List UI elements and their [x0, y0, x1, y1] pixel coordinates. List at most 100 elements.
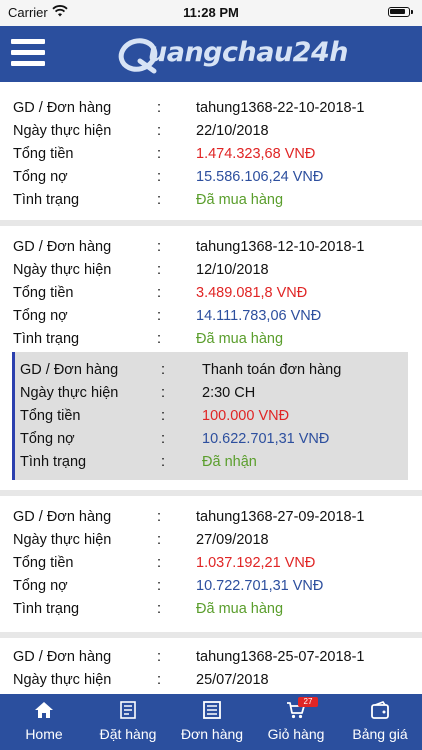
order-card[interactable]: GD / Đơn hàng : tahung1368-25-07-2018-1 …	[0, 638, 422, 694]
field-separator: :	[157, 509, 162, 525]
order-code: tahung1368-25-07-2018-1	[196, 649, 365, 665]
tab-price-list[interactable]: Bảng giá	[338, 694, 422, 750]
order-status-row: Tình trạng : Đã mua hàng	[0, 192, 422, 214]
tab-label: Home	[25, 726, 63, 742]
field-separator: :	[161, 362, 166, 378]
order-date-row: Ngày thực hiện : 22/10/2018	[0, 123, 422, 145]
order-date: 12/10/2018	[196, 262, 269, 278]
order-code-row: GD / Đơn hàng : tahung1368-22-10-2018-1	[0, 100, 422, 122]
field-separator: :	[157, 555, 162, 571]
hamburger-bar	[11, 50, 45, 55]
order-status: Đã mua hàng	[196, 192, 284, 208]
menu-button[interactable]	[11, 39, 45, 69]
field-label: Tình trạng	[13, 192, 80, 208]
field-label: GD / Đơn hàng	[13, 239, 112, 255]
field-label: GD / Đơn hàng	[20, 362, 119, 378]
payment-type-row: GD / Đơn hàng : Thanh toán đơn hàng	[15, 362, 422, 384]
payment-status: Đã nhận	[202, 454, 257, 470]
order-total-row: Tổng tiền : 1.037.192,21 VNĐ	[0, 555, 422, 577]
field-separator: :	[157, 169, 162, 185]
payment-status-row: Tình trạng : Đã nhận	[15, 454, 422, 476]
field-separator: :	[157, 100, 162, 116]
payment-debt-row: Tổng nợ : 10.622.701,31 VNĐ	[15, 431, 422, 453]
order-date-row: Ngày thực hiện : 12/10/2018	[0, 262, 422, 284]
order-date: 22/10/2018	[196, 123, 269, 139]
hamburger-bar	[11, 61, 45, 66]
tab-place-order[interactable]: Đặt hàng	[86, 694, 170, 750]
field-separator: :	[157, 146, 162, 162]
payment-debt: 10.622.701,31 VNĐ	[202, 431, 330, 447]
cart-count-badge: 27	[298, 697, 318, 707]
field-label: Tổng nợ	[13, 169, 68, 185]
order-debt-row: Tổng nợ : 14.111.783,06 VNĐ	[0, 308, 422, 330]
order-status: Đã mua hàng	[196, 601, 284, 617]
field-separator: :	[157, 192, 162, 208]
field-label: Tổng tiền	[13, 146, 74, 162]
payment-time: 2:30 CH	[202, 385, 256, 401]
field-label: GD / Đơn hàng	[13, 100, 112, 116]
tab-label: Đơn hàng	[180, 726, 244, 742]
order-debt: 14.111.783,06 VNĐ	[196, 308, 322, 324]
order-form-icon	[120, 701, 136, 719]
field-label: Tình trạng	[20, 454, 87, 470]
field-separator: :	[157, 123, 162, 139]
field-label: Ngày thực hiện	[13, 672, 112, 688]
field-label: Ngày thực hiện	[20, 385, 119, 401]
field-separator: :	[157, 532, 162, 548]
order-card[interactable]: GD / Đơn hàng : tahung1368-27-09-2018-1 …	[0, 496, 422, 632]
tab-label: Giỏ hàng	[267, 726, 325, 742]
field-label: Tổng tiền	[13, 285, 74, 301]
order-code: tahung1368-12-10-2018-1	[196, 239, 365, 255]
field-label: Tổng nợ	[13, 578, 68, 594]
order-date: 27/09/2018	[196, 532, 269, 548]
order-code-row: GD / Đơn hàng : tahung1368-27-09-2018-1	[0, 509, 422, 531]
field-separator: :	[157, 331, 162, 347]
field-separator: :	[157, 578, 162, 594]
tab-orders[interactable]: Đơn hàng	[170, 694, 254, 750]
order-date-row: Ngày thực hiện : 25/07/2018	[0, 672, 422, 694]
clock: 11:28 PM	[183, 5, 239, 20]
tab-home[interactable]: Home	[2, 694, 86, 750]
order-total-row: Tổng tiền : 3.489.081,8 VNĐ	[0, 285, 422, 307]
tab-cart[interactable]: 27 Giỏ hàng	[254, 694, 338, 750]
field-label: Ngày thực hiện	[13, 123, 112, 139]
order-list-icon	[203, 701, 221, 719]
order-debt-row: Tổng nợ : 10.722.701,31 VNĐ	[0, 578, 422, 600]
field-label: Tổng nợ	[13, 308, 68, 324]
home-icon	[35, 702, 53, 718]
field-label: Tổng tiền	[20, 408, 81, 424]
field-label: Tình trạng	[13, 601, 80, 617]
order-total-row: Tổng tiền : 1.474.323,68 VNĐ	[0, 146, 422, 168]
status-bar: Carrier 11:28 PM	[0, 0, 422, 26]
order-card[interactable]: GD / Đơn hàng : tahung1368-12-10-2018-1 …	[0, 226, 422, 490]
payment-amount-row: Tổng tiền : 100.000 VNĐ	[15, 408, 422, 430]
order-code-row: GD / Đơn hàng : tahung1368-25-07-2018-1	[0, 649, 422, 671]
payment-time-row: Ngày thực hiện : 2:30 CH	[15, 385, 422, 407]
order-debt-row: Tổng nợ : 15.586.106,24 VNĐ	[0, 169, 422, 191]
field-label: Tình trạng	[13, 331, 80, 347]
order-code: tahung1368-27-09-2018-1	[196, 509, 365, 525]
field-separator: :	[157, 262, 162, 278]
field-separator: :	[157, 285, 162, 301]
field-separator: :	[157, 239, 162, 255]
field-label: Tổng tiền	[13, 555, 74, 571]
order-code-row: GD / Đơn hàng : tahung1368-12-10-2018-1	[0, 239, 422, 261]
logo-wordmark: uangchau24h	[148, 37, 348, 68]
bottom-tab-bar: Home Đặt hàng Đơn hàng 27 Giỏ hàng Bảng …	[0, 694, 422, 750]
field-separator: :	[161, 385, 166, 401]
order-date: 25/07/2018	[196, 672, 269, 688]
order-status-row: Tình trạng : Đã mua hàng	[0, 331, 422, 353]
order-card[interactable]: GD / Đơn hàng : tahung1368-22-10-2018-1 …	[0, 82, 422, 220]
order-total: 1.474.323,68 VNĐ	[196, 146, 316, 162]
payment-entry[interactable]: GD / Đơn hàng : Thanh toán đơn hàng Ngày…	[12, 352, 408, 480]
tab-label: Bảng giá	[352, 726, 408, 742]
order-debt: 10.722.701,31 VNĐ	[196, 578, 324, 594]
order-total: 1.037.192,21 VNĐ	[196, 555, 316, 571]
field-label: Ngày thực hiện	[13, 262, 112, 278]
field-separator: :	[161, 454, 166, 470]
order-date-row: Ngày thực hiện : 27/09/2018	[0, 532, 422, 554]
order-history-list[interactable]: GD / Đơn hàng : tahung1368-22-10-2018-1 …	[0, 82, 422, 694]
payment-amount: 100.000 VNĐ	[202, 408, 290, 424]
order-debt: 15.586.106,24 VNĐ	[196, 169, 324, 185]
battery-icon	[388, 7, 413, 17]
